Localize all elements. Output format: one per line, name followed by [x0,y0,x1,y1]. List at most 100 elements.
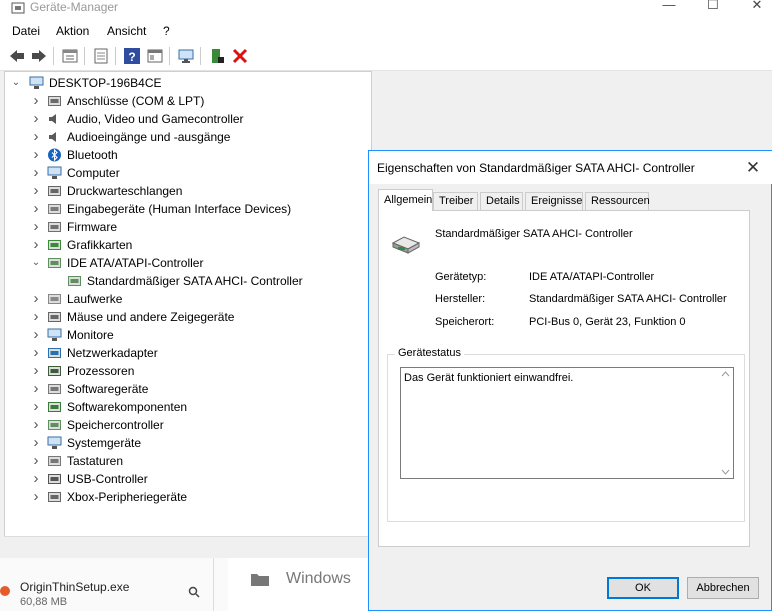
add-driver-icon[interactable] [208,47,226,65]
maximize-button[interactable]: ☐ [698,0,728,14]
chevron-right-icon[interactable]: › [31,452,41,470]
divider [213,558,214,611]
tree-item-label: Prozessoren [67,364,135,378]
toolbar-separator [84,47,85,65]
tree-item-label: Anschlüsse (COM & LPT) [67,94,205,108]
chevron-down-icon[interactable]: ⌄ [11,74,21,92]
chevron-right-icon[interactable]: › [31,128,41,146]
chevron-right-icon[interactable]: › [31,146,41,164]
search-icon[interactable] [188,586,200,598]
monitor-icon[interactable] [177,47,195,65]
toolbar-separator [169,47,170,65]
svg-text:?: ? [128,50,135,64]
menu-bar: Datei Aktion Ansicht ? [0,20,772,42]
help-icon[interactable]: ? [123,47,141,65]
tree-item-label: Mäuse und andere Zeigegeräte [67,310,235,324]
chevron-right-icon[interactable]: › [31,218,41,236]
menu-ansicht[interactable]: Ansicht [107,24,146,38]
view-grid-icon[interactable] [146,47,164,65]
horizontal-scrollbar[interactable] [4,536,370,559]
tab-details[interactable]: Details [480,192,523,210]
software-component-icon [48,402,61,412]
chevron-right-icon[interactable]: › [31,236,41,254]
toolbar-separator [115,47,116,65]
ports-icon [48,96,61,106]
tab-ressourcen[interactable]: Ressourcen [585,192,650,210]
device-name: Standardmäßiger SATA AHCI- Controller [435,228,633,240]
properties-grid-icon[interactable] [61,47,79,65]
system-device-icon [47,436,62,449]
tree-item-label: Standardmäßiger SATA AHCI- Controller [87,274,303,288]
chevron-right-icon[interactable]: › [31,470,41,488]
property-label-manufacturer: Hersteller: [435,293,486,305]
download-filename[interactable]: OriginThinSetup.exe [20,580,129,594]
menu-help[interactable]: ? [163,24,170,38]
chevron-right-icon[interactable]: › [31,308,41,326]
chevron-right-icon[interactable]: › [31,182,41,200]
cancel-button[interactable]: Abbrechen [687,577,759,599]
toolbar: ? [0,42,772,71]
chevron-right-icon[interactable]: › [31,434,41,452]
tree-item-label: Grafikkarten [67,238,133,252]
tree-item-label: Eingabegeräte (Human Interface Devices) [67,202,292,216]
tree-item-label: Speichercontroller [67,418,164,432]
chevron-right-icon[interactable]: › [31,362,41,380]
chevron-right-icon[interactable]: › [31,92,41,110]
network-adapter-icon [48,348,61,358]
minimize-button[interactable]: — [654,0,684,14]
chevron-right-icon[interactable]: › [31,110,41,128]
forward-icon[interactable] [30,47,48,65]
uninstall-icon[interactable] [231,47,249,65]
tree-item-label: Laufwerke [67,292,123,306]
status-scrollbar[interactable] [718,369,733,479]
property-value-type: IDE ATA/ATAPI-Controller [529,271,655,283]
explorer-item[interactable]: Windows [228,558,368,611]
ide-controller-icon [68,276,81,286]
tab-ereignisse[interactable]: Ereignisse [525,192,583,210]
ok-button[interactable]: OK [607,577,679,599]
scroll-up-icon[interactable] [721,371,730,377]
chevron-right-icon[interactable]: › [31,164,41,182]
usb-icon [48,474,61,484]
tree-item-label: Systemgeräte [67,436,142,450]
chevron-right-icon[interactable]: › [31,416,41,434]
dialog-close-button[interactable]: ✕ [741,157,765,179]
property-label-location: Speicherort: [435,316,495,328]
chevron-right-icon[interactable]: › [31,380,41,398]
tab-allgemein[interactable]: Allgemein [378,189,433,211]
window-close-button[interactable]: ✕ [742,0,772,14]
tab-treiber[interactable]: Treiber [433,192,478,210]
scroll-down-icon[interactable] [721,469,730,475]
speaker-icon [49,132,56,142]
chevron-right-icon[interactable]: › [31,488,41,506]
printer-icon [48,186,61,196]
tree-item-label: Softwarekomponenten [67,400,188,414]
download-size: 60,88 MB [20,596,68,608]
tree-item-label: Softwaregeräte [67,382,149,396]
computer-root-icon [29,76,44,89]
device-status-textbox[interactable]: Das Gerät funktioniert einwandfrei. [400,367,734,479]
chevron-down-icon[interactable]: ⌄ [31,254,41,272]
bluetooth-icon [48,148,61,162]
tree-item-label: Druckwarteschlangen [67,184,183,198]
tree-item-label: Computer [67,166,120,180]
chevron-right-icon[interactable]: › [31,398,41,416]
chevron-right-icon[interactable]: › [31,200,41,218]
back-icon[interactable] [8,47,26,65]
device-tree[interactable]: ⌄ DESKTOP-196B4CE › Anschlüsse (COM & LPT… [4,71,372,538]
chevron-right-icon[interactable]: › [31,290,41,308]
folder-label: Windows [286,570,351,587]
device-status-text: Das Gerät funktioniert einwandfrei. [404,372,574,384]
update-driver-icon[interactable] [92,47,110,65]
menu-aktion[interactable]: Aktion [56,24,89,38]
chevron-right-icon[interactable]: › [31,344,41,362]
dialog-title-bar: Eigenschaften von Standardmäßiger SATA A… [369,151,772,184]
folder-icon [251,574,269,586]
chevron-right-icon[interactable]: › [31,326,41,344]
speaker-icon [49,114,56,124]
menu-datei[interactable]: Datei [12,24,40,38]
properties-dialog: Eigenschaften von Standardmäßiger SATA A… [368,150,772,611]
tree-item-label: Monitore [67,328,114,342]
device-manager-icon [11,2,25,14]
storage-controller-icon [48,420,61,430]
